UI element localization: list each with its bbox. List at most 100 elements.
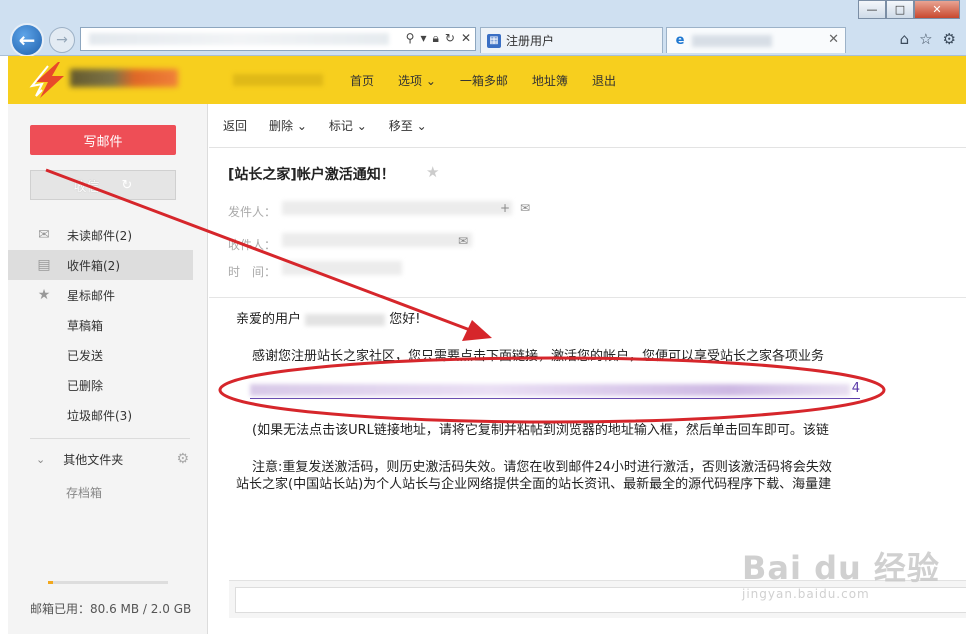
nav-options-label: 选项 (398, 73, 423, 88)
sidebar-item-inbox[interactable]: ▤ 收件箱(2) (8, 250, 193, 280)
watermark-brand: Bai du 经验 (742, 549, 940, 587)
time-label: 时 间： (228, 265, 277, 279)
dropdown-icon[interactable]: ▾ (420, 31, 426, 46)
sidebar-item-spam[interactable]: · 垃圾邮件(3) (8, 400, 193, 430)
mark-label: 标记 (328, 119, 353, 133)
sidebar-item-label: 已删除 (67, 378, 104, 393)
sender-redacted (282, 201, 512, 215)
page-favicon-icon: ▦ (487, 33, 501, 48)
close-tab-icon[interactable]: ✕ (828, 32, 839, 47)
star-toggle-icon[interactable]: ★ (426, 163, 439, 181)
envelope-icon: ✉ (38, 227, 50, 243)
other-folders-toggle[interactable]: ⌄ 其他文件夹 ⚙ (8, 444, 193, 474)
compose-button[interactable]: 写邮件 (30, 125, 176, 155)
activation-link[interactable]: 4 (250, 381, 860, 399)
tab-label: 注册用户 (506, 34, 555, 48)
chevron-down-icon: ⌄ (412, 119, 427, 133)
tab-register[interactable]: ▦ 注册用户 (480, 27, 663, 53)
sidebar: 写邮件 收信 ↻ ✉ 未读邮件(2) ▤ 收件箱(2) ★ 星标邮件 · 草稿箱… (8, 104, 208, 634)
message-subject: [站长之家]帐户激活通知！ (228, 167, 395, 183)
sidebar-item-drafts[interactable]: · 草稿箱 (8, 310, 193, 340)
nav-multi-mailbox[interactable]: 一箱多邮 (460, 72, 508, 89)
quota-text: 邮箱已用：80.6 MB / 2.0 GB (30, 602, 192, 616)
maximize-icon[interactable]: □ (886, 0, 914, 19)
greeting: 亲爱的用户 您好! (236, 308, 421, 327)
sidebar-item-deleted[interactable]: · 已删除 (8, 370, 193, 400)
ie-favicon-icon: e (675, 33, 685, 48)
move-label: 移至 (388, 119, 413, 133)
quota-bar (48, 581, 168, 584)
time-redacted (282, 261, 402, 275)
header-divider (209, 297, 966, 298)
mail-icon[interactable]: ✉ (458, 234, 468, 248)
inbox-icon: ▤ (37, 257, 51, 273)
nav-options[interactable]: 选项 ⌄ (398, 72, 436, 89)
delete-dropdown[interactable]: 删除 ⌄ (269, 117, 307, 134)
activation-link-redacted (250, 384, 850, 396)
back-arrow-icon[interactable]: ← (10, 23, 44, 57)
top-navigation: 首页 选项 ⌄ 一箱多邮 地址簿 退出 (350, 56, 616, 104)
star-icon: ★ (37, 287, 51, 303)
chevron-down-icon: ⌄ (36, 452, 46, 466)
sidebar-item-starred[interactable]: ★ 星标邮件 (8, 280, 193, 310)
chevron-down-icon: ⌄ (293, 119, 307, 133)
gear-icon[interactable]: ⚙ (176, 451, 189, 467)
chevron-down-icon: ⌄ (352, 119, 367, 133)
gear-icon[interactable]: ⚙ (943, 30, 956, 48)
delete-label: 删除 (269, 119, 294, 133)
sidebar-item-label: 收件箱(2) (67, 258, 120, 273)
home-icon[interactable]: ⌂ (900, 30, 910, 48)
body-paragraph: 站长之家(中国站长站)为个人站长与企业网络提供全面的站长资讯、最新最全的源代码程… (236, 477, 832, 492)
browser-chrome: — □ ✕ ← → ⚲ ▾ 🔒︎ ↻ ✕ ▦ 注册用户 e ✕ ⌂ ☆ ⚙ (0, 0, 966, 57)
sidebar-item-unread[interactable]: ✉ 未读邮件(2) (8, 220, 193, 250)
greeting-prefix: 亲爱的用户 (236, 312, 302, 327)
add-contact-icon[interactable]: + (500, 201, 510, 215)
nav-home[interactable]: 首页 (350, 72, 374, 89)
divider (30, 438, 190, 439)
greeting-suffix: 您好! (389, 312, 421, 327)
window-controls: — □ ✕ (858, 0, 960, 20)
mail-header: 首页 选项 ⌄ 一箱多邮 地址簿 退出 (8, 56, 966, 104)
lock-icon: 🔒︎ (432, 31, 439, 45)
back-button[interactable]: 返回 (223, 117, 247, 134)
address-bar[interactable]: ⚲ ▾ 🔒︎ ↻ ✕ (80, 27, 476, 51)
mail-icon[interactable]: ✉ (520, 201, 530, 215)
link-tail: 4 (851, 381, 860, 396)
nav-logout[interactable]: 退出 (592, 72, 616, 89)
annotation-arrow-head (462, 320, 492, 341)
body-paragraph: (如果无法点击该URL链接地址，请将它复制并粘帖到浏览器的地址输入框，然后单击回… (252, 423, 829, 438)
favorites-star-icon[interactable]: ☆ (919, 30, 932, 48)
sidebar-item-archive[interactable]: 存档箱 (66, 484, 102, 501)
baidu-watermark: Bai du 经验 jingyan.baidu.com (742, 543, 940, 601)
quota-bar-fill (48, 581, 53, 584)
receive-button[interactable]: 收信 ↻ (30, 170, 176, 200)
sidebar-item-label: 草稿箱 (67, 318, 104, 333)
close-window-icon[interactable]: ✕ (914, 0, 960, 19)
forward-arrow-icon[interactable]: → (49, 27, 75, 53)
refresh-icon: ↻ (121, 177, 133, 193)
tab-title-redacted (692, 34, 772, 47)
address-text-redacted (89, 33, 389, 45)
username-redacted (305, 313, 386, 326)
minimize-icon[interactable]: — (858, 0, 886, 19)
sender-label: 发件人： (228, 205, 277, 219)
watermark-url: jingyan.baidu.com (742, 587, 870, 601)
sidebar-item-sent[interactable]: · 已发送 (8, 340, 193, 370)
search-icon[interactable]: ⚲ (406, 31, 415, 46)
recipient-redacted (282, 233, 472, 247)
stop-icon[interactable]: ✕ (461, 31, 471, 46)
sidebar-item-label: 已发送 (67, 348, 104, 363)
other-folders-label: 其他文件夹 (63, 452, 124, 467)
receive-label: 收信 (73, 179, 100, 195)
sidebar-item-label: 垃圾邮件(3) (67, 408, 132, 423)
brand-name-redacted (70, 69, 178, 87)
body-paragraph: 感谢您注册站长之家社区，您只需要点击下面链接，激活您的帐户，您便可以享受站长之家… (252, 349, 825, 364)
mark-dropdown[interactable]: 标记 ⌄ (329, 117, 367, 134)
nav-address-book[interactable]: 地址簿 (532, 72, 568, 89)
sidebar-item-label: 星标邮件 (67, 288, 116, 303)
refresh-icon[interactable]: ↻ (445, 31, 455, 46)
sidebar-item-label: 未读邮件(2) (67, 228, 132, 243)
move-dropdown[interactable]: 移至 ⌄ (389, 117, 427, 134)
message-toolbar: 返回 删除 ⌄ 标记 ⌄ 移至 ⌄ (209, 104, 966, 148)
tab-mail[interactable]: e ✕ (666, 27, 846, 53)
